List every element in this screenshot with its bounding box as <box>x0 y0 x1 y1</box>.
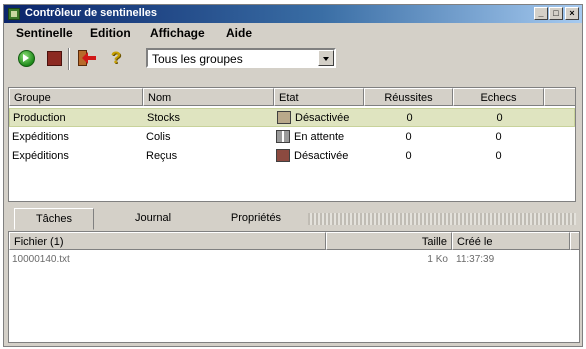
cell-etat: Désactivée <box>295 112 350 124</box>
cell-groupe: Production <box>13 112 66 124</box>
group-select[interactable]: Tous les groupes <box>146 48 336 68</box>
stop-icon[interactable] <box>44 48 64 68</box>
sentinel-grid: Groupe Nom Etat Réussites Echecs Product… <box>8 87 576 202</box>
status-disabled-icon <box>277 111 291 124</box>
cell-nom: Colis <box>146 131 171 143</box>
table-row[interactable]: Production Stocks Désactivée 0 0 <box>9 108 575 127</box>
tab-taches[interactable]: Tâches <box>14 208 94 230</box>
grid-header: Groupe Nom Etat Réussites Echecs <box>9 88 575 106</box>
maximize-button[interactable]: □ <box>549 7 563 20</box>
menu-bar: Sentinelle Edition Affichage Aide <box>4 24 582 42</box>
column-header-filler <box>544 88 575 106</box>
close-button[interactable]: × <box>565 7 579 20</box>
tab-strip-filler <box>308 213 576 225</box>
tab-proprietes[interactable]: Propriétés <box>208 208 304 230</box>
column-header-nom[interactable]: Nom <box>143 88 274 106</box>
cell-echecs: 0 <box>495 150 502 162</box>
table-row[interactable]: Expéditions Reçus Désactivée 0 0 <box>9 147 575 166</box>
cell-etat: Désactivée <box>294 150 349 162</box>
title-bar[interactable]: Contrôleur de sentinelles _ □ × <box>4 5 582 23</box>
toolbar: ? Tous les groupes <box>4 45 582 73</box>
cell-groupe: Expéditions <box>12 131 69 143</box>
minimize-button[interactable]: _ <box>534 7 548 20</box>
cell-taille: 1 Ko <box>427 254 448 265</box>
help-icon[interactable]: ? <box>106 48 126 68</box>
cell-echecs: 0 <box>495 131 502 143</box>
status-waiting-icon <box>276 130 290 143</box>
chevron-down-icon[interactable] <box>318 50 334 66</box>
table-row[interactable]: Expéditions Colis En attente 0 0 <box>9 128 575 147</box>
menu-aide[interactable]: Aide <box>226 26 252 40</box>
cell-groupe: Expéditions <box>12 150 69 162</box>
cell-nom: Stocks <box>147 112 181 124</box>
menu-sentinelle[interactable]: Sentinelle <box>16 26 73 40</box>
list-header: Fichier (1) Taille Créé le <box>9 232 579 250</box>
main-window: Contrôleur de sentinelles _ □ × Sentinel… <box>3 4 583 347</box>
window-title: Contrôleur de sentinelles <box>25 7 158 19</box>
cell-echecs: 0 <box>496 112 503 124</box>
column-header-taille[interactable]: Taille <box>326 232 452 250</box>
cell-nom: Reçus <box>146 150 178 162</box>
cell-reussites: 0 <box>405 131 412 143</box>
arrow-shape <box>82 52 96 64</box>
column-header-reussites[interactable]: Réussites <box>364 88 453 106</box>
column-header-groupe[interactable]: Groupe <box>9 88 143 106</box>
cell-reussites: 0 <box>406 112 413 124</box>
menu-affichage[interactable]: Affichage <box>150 26 205 40</box>
tab-strip: Tâches Journal Propriétés <box>8 208 576 230</box>
column-header-etat[interactable]: Etat <box>274 88 364 106</box>
list-item[interactable]: 10000140.txt 1 Ko 11:37:39 <box>9 252 579 268</box>
cell-etat: En attente <box>294 131 345 143</box>
exit-door-icon[interactable] <box>76 48 100 68</box>
column-header-cree-le[interactable]: Créé le <box>452 232 570 250</box>
column-header-filler <box>570 232 579 250</box>
toolbar-separator <box>68 48 70 70</box>
group-select-value: Tous les groupes <box>152 52 243 66</box>
app-icon <box>8 8 20 20</box>
cell-cree-le: 11:37:39 <box>456 254 495 265</box>
cell-fichier: 10000140.txt <box>12 254 70 265</box>
tab-journal[interactable]: Journal <box>108 208 198 230</box>
file-list: Fichier (1) Taille Créé le 10000140.txt … <box>8 231 580 343</box>
play-icon[interactable] <box>16 48 36 68</box>
column-header-fichier[interactable]: Fichier (1) <box>9 232 326 250</box>
cell-reussites: 0 <box>405 150 412 162</box>
status-disabled-icon <box>276 149 290 162</box>
menu-edition[interactable]: Edition <box>90 26 131 40</box>
column-header-echecs[interactable]: Echecs <box>453 88 544 106</box>
